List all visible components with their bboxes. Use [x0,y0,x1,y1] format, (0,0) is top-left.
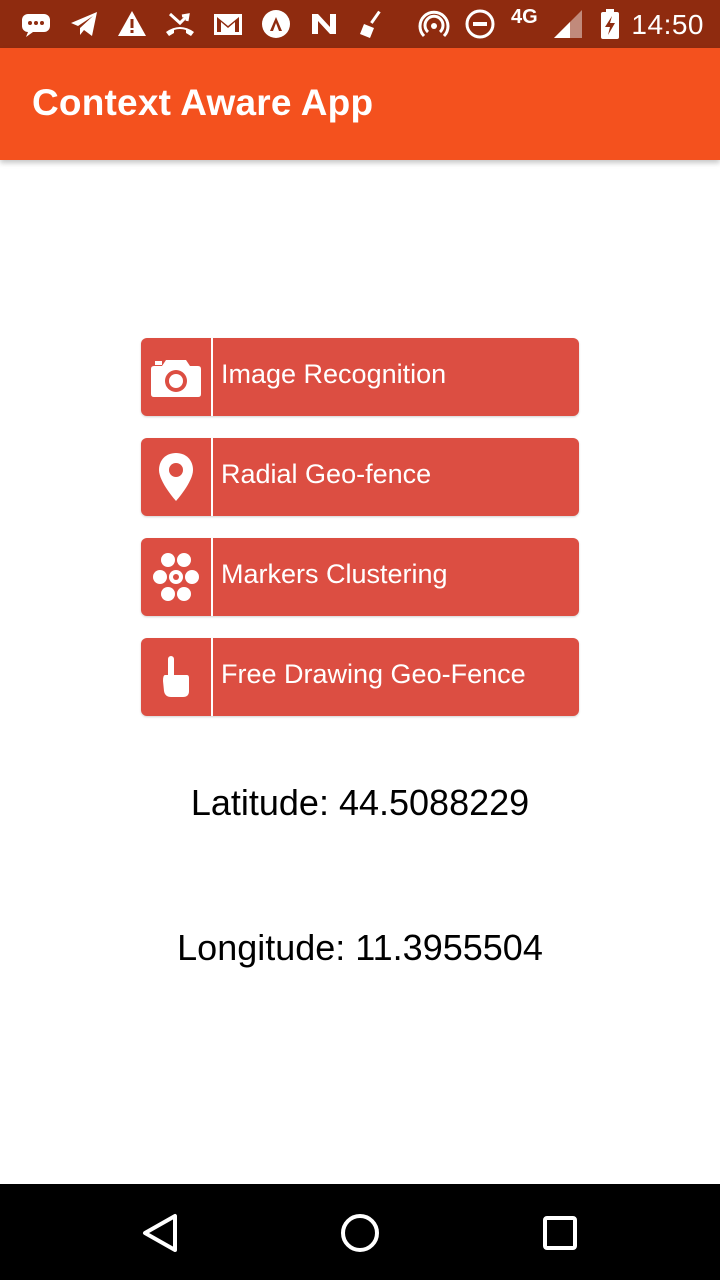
warning-icon [116,8,148,40]
radial-geo-fence-button[interactable]: Radial Geo-fence [141,438,579,516]
image-recognition-button[interactable]: Image Recognition [141,338,579,416]
network-type-label: 4G [511,6,538,28]
button-label: Radial Geo-fence [221,459,432,489]
status-bar: 4G 14:50 [0,0,720,48]
longitude-text: Longitude: 11.3955504 [177,927,543,968]
hexagon-cluster-icon [141,538,211,616]
app-a-icon [260,8,292,40]
button-divider [211,638,213,716]
chat-icon [20,8,52,40]
button-label: Image Recognition [221,359,447,389]
button-divider [211,338,213,416]
battery-charging-icon [594,8,626,40]
markers-clustering-button[interactable]: Markers Clustering [141,538,579,616]
back-icon[interactable] [135,1208,185,1258]
home-icon[interactable] [335,1208,385,1258]
app-bar: Context Aware App [0,48,720,160]
navigation-bar [0,1184,720,1280]
signal-icon [552,8,584,40]
button-divider [211,538,213,616]
button-label: Free Drawing Geo-Fence [221,659,526,689]
telegram-icon [68,8,100,40]
free-drawing-geo-fence-button[interactable]: Free Drawing Geo-Fence [141,638,579,716]
do-not-disturb-icon [464,8,496,40]
recents-icon[interactable] [535,1208,585,1258]
pointing-hand-icon [141,638,211,716]
broom-icon [356,8,388,40]
button-divider [211,438,213,516]
latitude-text: Latitude: 44.5088229 [190,782,530,823]
gmail-icon [212,8,244,40]
missed-call-icon [164,8,196,40]
button-label: Markers Clustering [221,559,448,589]
app-n-icon [308,8,340,40]
app-title: Context Aware App [32,82,374,123]
camera-icon [141,338,211,416]
status-clock: 14:50 [631,9,704,40]
app-screen: 4G 14:50 Context Aware App Image Recogni… [0,0,720,1280]
hotspot-icon [418,8,450,40]
map-pin-icon [141,438,211,516]
